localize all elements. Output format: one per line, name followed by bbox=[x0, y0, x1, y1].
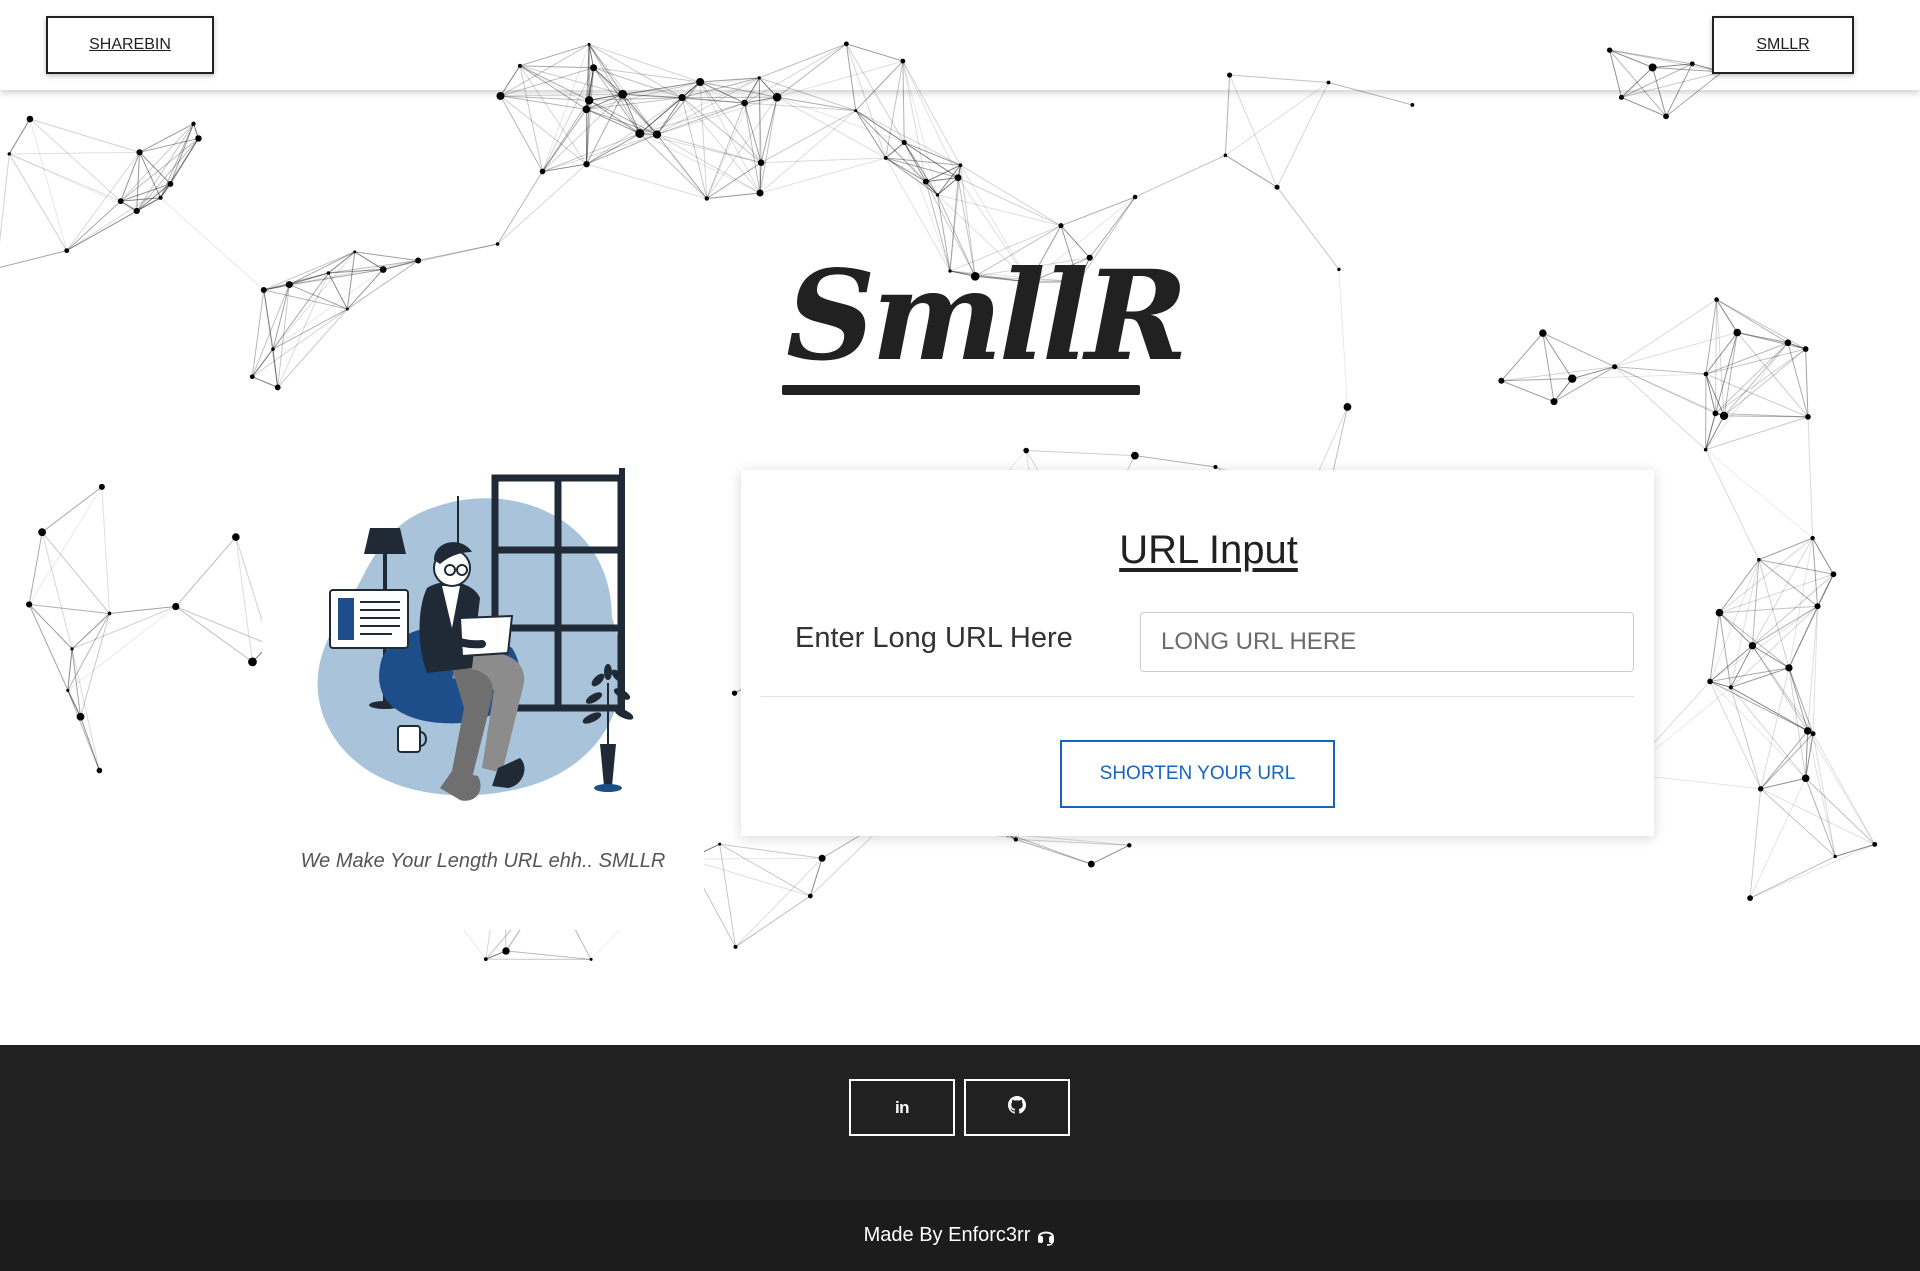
top-navbar: SHAREBIN SMLLR bbox=[0, 0, 1920, 90]
smllr-nav-button[interactable]: SMLLR bbox=[1712, 16, 1854, 74]
footer-credit-bar: Made By Enforc3rr bbox=[0, 1200, 1920, 1271]
footer: in Made By Enforc3rr bbox=[0, 1045, 1920, 1271]
shorten-url-button[interactable]: SHORTEN YOUR URL bbox=[1060, 740, 1335, 808]
illustration-panel: We Make Your Length URL ehh.. SMLLR bbox=[262, 440, 704, 930]
logo-text: SmllR bbox=[786, 244, 1188, 389]
tagline: We Make Your Length URL ehh.. SMLLR bbox=[300, 850, 666, 872]
long-url-input[interactable] bbox=[1140, 612, 1634, 672]
logo-underline bbox=[782, 385, 1140, 395]
github-icon bbox=[1008, 1096, 1026, 1119]
card-divider bbox=[761, 696, 1634, 697]
linkedin-button[interactable]: in bbox=[849, 1079, 955, 1136]
card-title: URL Input bbox=[1119, 528, 1298, 572]
credit-text: Made By Enforc3rr bbox=[863, 1224, 1031, 1246]
sharebin-nav-button[interactable]: SHAREBIN bbox=[46, 16, 214, 74]
url-input-card: URL Input Enter Long URL Here SHORTEN YO… bbox=[741, 470, 1654, 836]
linkedin-icon: in bbox=[894, 1097, 910, 1117]
github-button[interactable] bbox=[964, 1079, 1070, 1136]
headset-icon bbox=[1036, 1226, 1056, 1246]
long-url-label: Enter Long URL Here bbox=[795, 622, 1073, 654]
person-with-laptop-illustration bbox=[317, 468, 634, 801]
site-logo: SmllR bbox=[780, 255, 1188, 405]
